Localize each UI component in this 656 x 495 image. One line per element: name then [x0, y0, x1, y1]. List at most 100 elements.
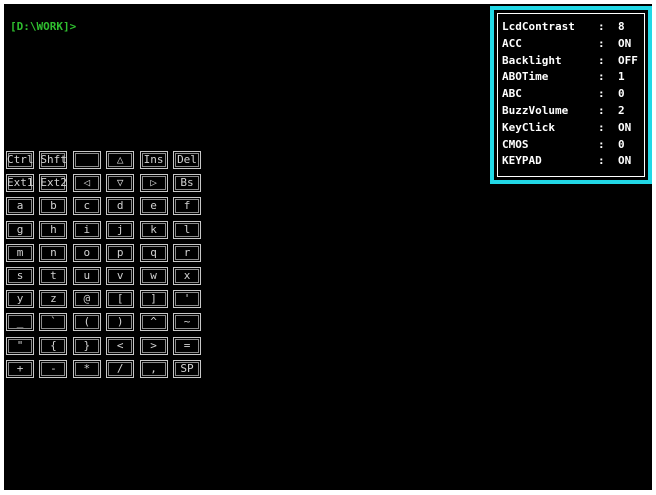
setting-separator: : [598, 70, 605, 84]
keypad-key[interactable]: , [139, 359, 168, 378]
settings-list: LcdContrast:8 ACC: ON Backlight: OFF ABOTime:… [497, 13, 645, 177]
keypad-key[interactable]: Shft [39, 151, 68, 169]
keypad-key[interactable]: ' [173, 290, 201, 309]
keypad-key[interactable]: Ctrl [6, 151, 34, 169]
keypad-key[interactable]: / [106, 359, 135, 378]
keypad-key[interactable]: k [139, 220, 168, 239]
setting-row: KEYPAD: ON [502, 153, 646, 169]
keypad-key[interactable]: ` [39, 313, 68, 332]
setting-value: OFF [618, 53, 638, 67]
keypad-key[interactable]: c [72, 197, 101, 216]
keypad-key[interactable]: e [139, 197, 168, 216]
keypad-key[interactable]: ▷ [139, 174, 168, 193]
keypad-key[interactable]: SP [173, 359, 201, 378]
keypad-key[interactable]: s [6, 267, 34, 285]
setting-row: BuzzVolume:2 [502, 103, 646, 119]
keypad-key[interactable]: u [72, 267, 101, 285]
keypad-key[interactable]: ] [139, 290, 168, 309]
keypad-key[interactable]: ~ [173, 313, 201, 332]
keypad-key[interactable]: p [106, 243, 135, 262]
keypad-key[interactable]: j [106, 220, 135, 239]
setting-value: 0 [618, 87, 625, 101]
keypad-key[interactable]: l [173, 220, 201, 239]
setting-name: ABC [502, 87, 522, 101]
setting-value: 0 [618, 137, 625, 151]
setting-name: ABOTime [502, 70, 549, 84]
setting-separator: : [598, 120, 605, 134]
setting-separator: : [598, 104, 605, 117]
keypad-key[interactable]: + [6, 359, 34, 378]
keypad-key[interactable]: [ [106, 290, 135, 309]
keypad-key[interactable]: " [6, 336, 34, 355]
setting-row: CMOS:0 [502, 137, 646, 153]
keypad-key[interactable]: f [173, 197, 201, 216]
keypad-key[interactable]: △ [106, 151, 135, 169]
keypad-key[interactable]: a [6, 197, 34, 216]
setting-row: ABOTime:1 [502, 69, 646, 85]
keypad-key[interactable]: ( [72, 313, 101, 332]
setting-separator: : [598, 20, 605, 33]
keypad-key[interactable]: > [139, 336, 168, 355]
keypad-key[interactable]: v [106, 267, 135, 285]
setting-value: ON [618, 154, 632, 168]
keypad-key[interactable]: - [39, 359, 68, 378]
keypad-key[interactable]: n [39, 243, 68, 262]
setting-row: LcdContrast:8 [502, 19, 646, 35]
keypad-key[interactable]: < [106, 336, 135, 355]
keypad-key[interactable]: w [139, 267, 168, 285]
setting-row: ABC:0 [502, 86, 646, 102]
keypad-key[interactable]: b [39, 197, 68, 216]
keypad-key[interactable]: y [6, 290, 34, 309]
keypad-key[interactable]: * [72, 359, 101, 378]
keypad-key[interactable]: } [72, 336, 101, 355]
setting-name: KeyClick [502, 120, 555, 134]
setting-name: LcdContrast [502, 20, 575, 33]
setting-name: Backlight [502, 53, 562, 67]
keypad-key[interactable]: d [106, 197, 135, 216]
setting-name: CMOS [502, 137, 529, 151]
setting-separator: : [598, 154, 605, 168]
keypad-key[interactable]: = [173, 336, 201, 355]
setting-separator: : [598, 53, 605, 67]
keypad-key[interactable]: @ [72, 290, 101, 309]
setting-separator: : [598, 36, 605, 50]
setting-separator: : [598, 87, 605, 101]
keypad-key[interactable]: o [72, 243, 101, 262]
keypad-key[interactable]: Ins [139, 151, 168, 169]
keypad-key[interactable]: r [173, 243, 201, 262]
keypad-key[interactable]: { [39, 336, 68, 355]
keypad-key[interactable]: h [39, 220, 68, 239]
setting-row: Backlight: OFF [502, 53, 646, 69]
setting-value: 8 [618, 20, 625, 33]
keypad-key[interactable]: Ext2 [39, 174, 68, 193]
setting-separator: : [598, 137, 605, 151]
keypad-key[interactable]: z [39, 290, 68, 309]
keypad-key[interactable]: m [6, 243, 34, 262]
keypad-key[interactable]: ◁ [72, 174, 101, 193]
setting-row: KeyClick: ON [502, 120, 646, 136]
keypad-key[interactable]: ^ [139, 313, 168, 332]
keypad-key[interactable]: i [72, 220, 101, 239]
setting-name: BuzzVolume [502, 104, 569, 117]
keypad-key[interactable]: _ [6, 313, 34, 332]
setting-value: ON [618, 36, 632, 50]
setting-name: KEYPAD [502, 154, 542, 168]
keypad-key[interactable]: Ext1 [6, 174, 34, 193]
keypad-key[interactable] [72, 151, 101, 169]
keypad-key[interactable]: x [173, 267, 201, 285]
keypad-key[interactable]: Bs [173, 174, 201, 193]
setting-value: 2 [618, 104, 625, 117]
keypad-key[interactable]: Del [173, 151, 201, 169]
keypad-key[interactable]: t [39, 267, 68, 285]
keypad-key[interactable]: ) [106, 313, 135, 332]
setting-row: ACC: ON [502, 36, 646, 52]
settings-panel: LcdContrast:8 ACC: ON Backlight: OFF ABOTime:… [490, 6, 652, 184]
setting-value: 1 [618, 70, 625, 84]
keypad-key[interactable]: g [6, 220, 34, 239]
keypad-key[interactable]: ▽ [106, 174, 135, 193]
setting-value: ON [618, 120, 632, 134]
soft-keypad: Ctrl Shft △ Ins Del Ext1 Ext2 ◁ ▽ ▷ Bs a b c d e f g h i j k l… [6, 151, 204, 397]
keypad-key[interactable]: q [139, 243, 168, 262]
setting-name: ACC [502, 36, 522, 50]
command-prompt[interactable]: [D:\WORK]> [10, 20, 76, 33]
